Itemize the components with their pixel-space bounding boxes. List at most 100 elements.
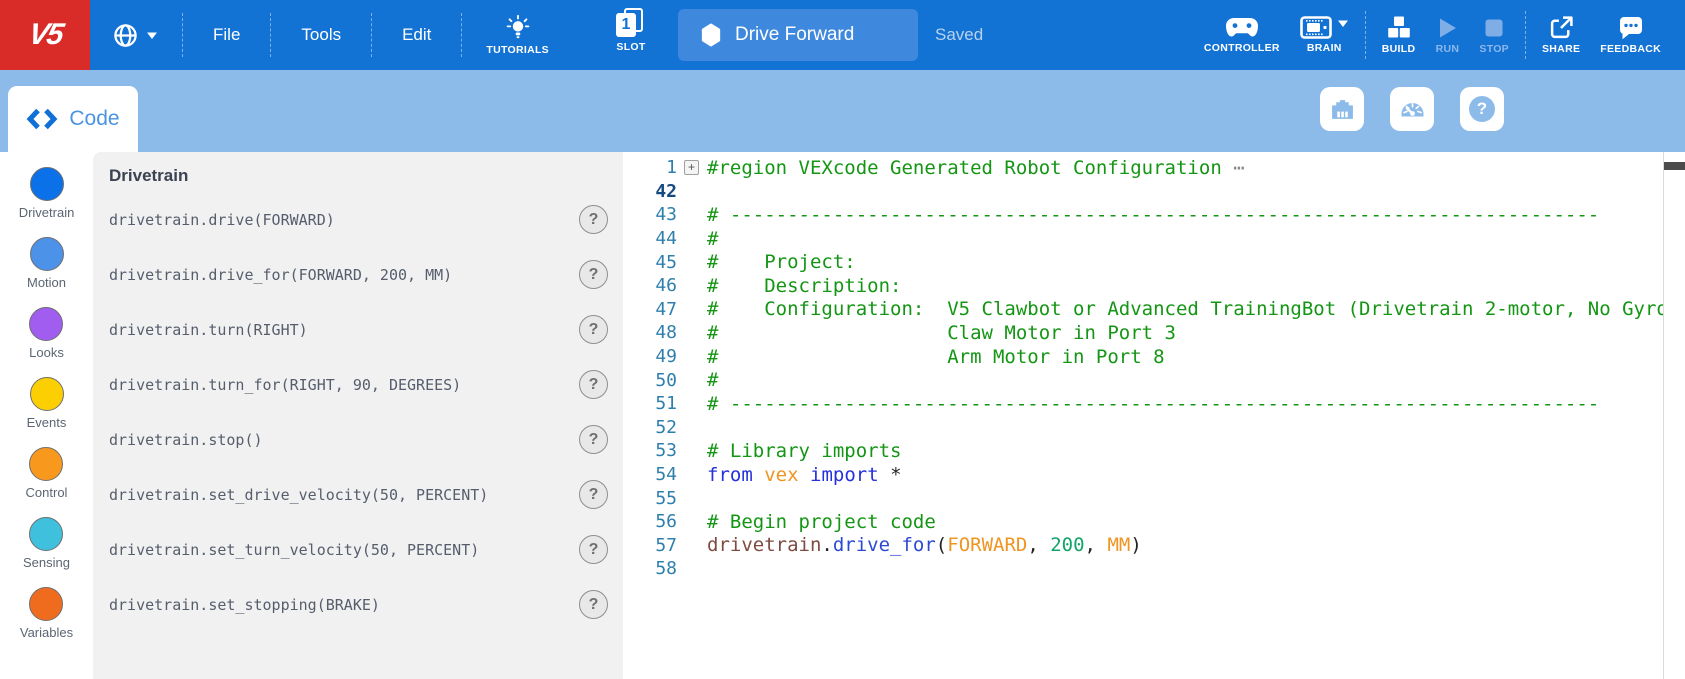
code-line: 54 from vex import * xyxy=(623,463,1685,487)
tab-code[interactable]: Code xyxy=(8,86,138,152)
command-row: drivetrain.set_drive_velocity(50, PERCEN… xyxy=(93,467,623,522)
command-row: drivetrain.turn(RIGHT) ? xyxy=(93,302,623,357)
category-color-dot[interactable] xyxy=(29,517,63,551)
command-snippet[interactable]: drivetrain.turn_for(RIGHT, 90, DEGREES) xyxy=(109,357,461,412)
help-icon: ? xyxy=(1469,96,1495,122)
code-line: 1 + #region VEXcode Generated Robot Conf… xyxy=(623,156,1685,180)
command-row: drivetrain.stop() ? xyxy=(93,412,623,467)
share-button[interactable]: SHARE xyxy=(1542,15,1580,55)
run-button[interactable]: RUN xyxy=(1435,16,1459,55)
code-text: # Description: xyxy=(703,275,901,297)
chevron-down-icon xyxy=(1337,19,1349,28)
share-icon xyxy=(1549,15,1574,40)
code-text: # Project: xyxy=(703,251,856,273)
line-number: 42 xyxy=(623,181,677,202)
command-help-button[interactable]: ? xyxy=(579,535,608,564)
command-snippet[interactable]: drivetrain.set_turn_velocity(50, PERCENT… xyxy=(109,522,479,577)
hexagon-icon xyxy=(700,23,722,47)
command-help-button[interactable]: ? xyxy=(579,590,608,619)
command-snippet[interactable]: drivetrain.set_stopping(BRAKE) xyxy=(109,577,380,632)
category-item-looks[interactable]: Looks xyxy=(29,307,64,377)
device-port-icon xyxy=(1330,98,1355,121)
lightbulb-icon xyxy=(505,15,531,41)
code-text: # Claw Motor in Port 3 xyxy=(703,322,1176,344)
category-color-dot[interactable] xyxy=(29,447,63,481)
controller-icon xyxy=(1225,17,1259,39)
line-number: 45 xyxy=(623,252,677,273)
command-help-button[interactable]: ? xyxy=(579,480,608,509)
line-number: 43 xyxy=(623,204,677,225)
code-editor[interactable]: 1 + #region VEXcode Generated Robot Conf… xyxy=(623,152,1685,679)
command-row: drivetrain.drive(FORWARD) ? xyxy=(93,192,623,247)
brain-button[interactable]: BRAIN xyxy=(1300,16,1349,54)
command-snippet[interactable]: drivetrain.stop() xyxy=(109,412,263,467)
line-number: 58 xyxy=(623,558,677,579)
command-snippet[interactable]: drivetrain.turn(RIGHT) xyxy=(109,302,308,357)
code-text: # Begin project code xyxy=(703,511,936,533)
code-line: 55 xyxy=(623,486,1685,510)
fold-gutter: + xyxy=(677,160,703,175)
category-item-drivetrain[interactable]: Drivetrain xyxy=(19,167,75,237)
code-text: # --------------------------------------… xyxy=(703,393,1599,415)
category-sidebar: Drivetrain Motion Looks Events Control S… xyxy=(0,152,93,679)
category-item-sensing[interactable]: Sensing xyxy=(23,517,70,587)
slot-button[interactable]: 1 SLOT xyxy=(616,8,646,53)
category-item-variables[interactable]: Variables xyxy=(20,587,73,657)
help-button[interactable]: ? xyxy=(1460,87,1504,131)
controller-button[interactable]: CONTROLLER xyxy=(1204,17,1280,54)
category-item-events[interactable]: Events xyxy=(27,377,67,447)
build-button[interactable]: BUILD xyxy=(1382,16,1416,55)
category-color-dot[interactable] xyxy=(29,587,63,621)
category-item-control[interactable]: Control xyxy=(26,447,68,517)
divider xyxy=(1525,11,1526,59)
code-brackets-icon xyxy=(26,108,58,130)
command-snippet[interactable]: drivetrain.drive(FORWARD) xyxy=(109,192,335,247)
command-help-button[interactable]: ? xyxy=(579,425,608,454)
command-help-button[interactable]: ? xyxy=(579,315,608,344)
project-name-button[interactable]: Drive Forward xyxy=(678,9,918,61)
line-number: 55 xyxy=(623,488,677,509)
code-line: 50 # xyxy=(623,368,1685,392)
gauge-icon xyxy=(1399,98,1426,120)
fold-expand-icon[interactable]: + xyxy=(684,160,699,175)
command-row: drivetrain.set_turn_velocity(50, PERCENT… xyxy=(93,522,623,577)
top-bar: V5 File Tools Edit TUTORIALS 1 xyxy=(0,0,1685,70)
line-number: 52 xyxy=(623,417,677,438)
device-info-button[interactable] xyxy=(1320,87,1364,131)
code-area[interactable]: 1 + #region VEXcode Generated Robot Conf… xyxy=(623,152,1685,581)
code-line: 53 # Library imports xyxy=(623,439,1685,463)
language-menu[interactable] xyxy=(112,22,158,49)
line-number: 44 xyxy=(623,228,677,249)
menu-file[interactable]: File xyxy=(213,25,240,45)
code-line: 45 # Project: xyxy=(623,250,1685,274)
tutorials-button[interactable]: TUTORIALS xyxy=(486,15,549,56)
category-color-dot[interactable] xyxy=(30,237,64,271)
tab-code-label: Code xyxy=(69,107,119,131)
category-color-dot[interactable] xyxy=(30,167,64,201)
command-snippet[interactable]: drivetrain.set_drive_velocity(50, PERCEN… xyxy=(109,467,488,522)
menu-tools[interactable]: Tools xyxy=(301,25,341,45)
line-number: 53 xyxy=(623,440,677,461)
command-snippet[interactable]: drivetrain.drive_for(FORWARD, 200, MM) xyxy=(109,247,452,302)
feedback-button[interactable]: FEEDBACK xyxy=(1600,16,1661,55)
divider xyxy=(371,13,372,57)
category-label: Motion xyxy=(27,275,66,290)
command-help-button[interactable]: ? xyxy=(579,260,608,289)
panel-heading: Drivetrain xyxy=(109,166,623,188)
menu-edit[interactable]: Edit xyxy=(402,25,431,45)
code-line: 42 xyxy=(623,180,1685,204)
code-line: 48 # Claw Motor in Port 3 xyxy=(623,321,1685,345)
category-item-motion[interactable]: Motion xyxy=(27,237,66,307)
category-color-dot[interactable] xyxy=(29,307,63,341)
stop-button[interactable]: STOP xyxy=(1479,16,1509,55)
dashboard-button[interactable] xyxy=(1390,87,1434,131)
scrollbar-thumb[interactable] xyxy=(1664,162,1685,170)
editor-scrollbar[interactable] xyxy=(1663,152,1685,679)
command-help-button[interactable]: ? xyxy=(579,370,608,399)
divider xyxy=(182,13,183,57)
command-help-button[interactable]: ? xyxy=(579,205,608,234)
category-color-dot[interactable] xyxy=(30,377,64,411)
category-label: Variables xyxy=(20,625,73,640)
code-line: 57 drivetrain.drive_for(FORWARD, 200, MM… xyxy=(623,534,1685,558)
line-number: 48 xyxy=(623,322,677,343)
